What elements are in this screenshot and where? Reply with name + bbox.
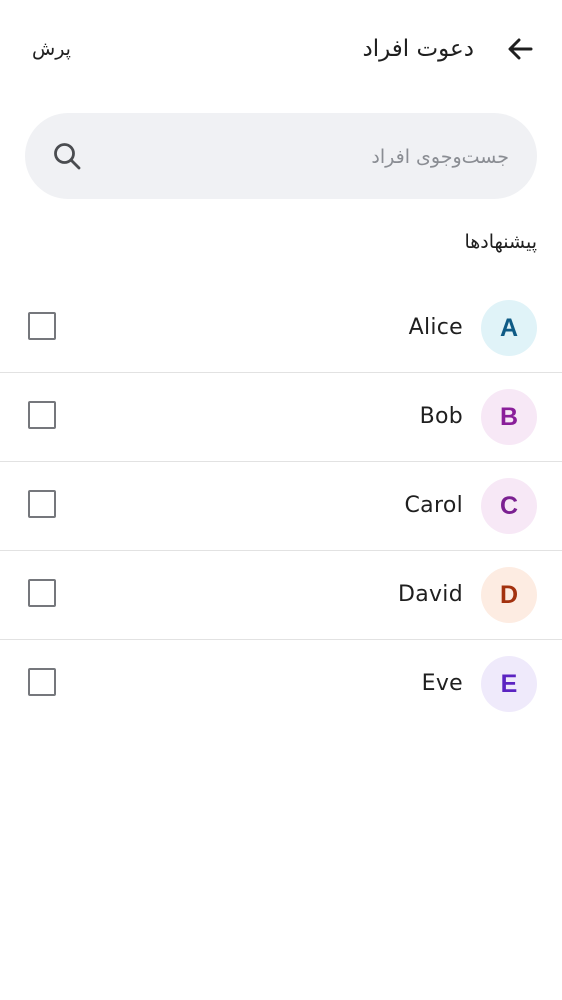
page-title: دعوت افراد <box>362 36 474 62</box>
top-app-bar: دعوت افراد پرش <box>0 0 562 98</box>
back-button[interactable] <box>502 31 538 67</box>
select-checkbox[interactable] <box>28 401 56 429</box>
avatar: C <box>481 478 537 534</box>
select-checkbox[interactable] <box>28 579 56 607</box>
person-name: David <box>397 582 463 607</box>
list-item[interactable]: E Eve <box>0 640 562 728</box>
avatar: B <box>481 389 537 445</box>
search-bar[interactable] <box>25 113 537 201</box>
suggestions-heading: پیشنهادها <box>464 231 537 253</box>
list-item[interactable]: A Alice <box>0 284 562 373</box>
avatar: D <box>481 567 537 623</box>
list-item[interactable]: B Bob <box>0 373 562 462</box>
person-name: Bob <box>419 404 463 429</box>
search-input[interactable] <box>115 113 511 201</box>
person-name: Eve <box>421 671 463 696</box>
avatar: A <box>481 300 537 356</box>
arrow-back-icon <box>508 38 533 60</box>
search-icon[interactable] <box>52 141 82 171</box>
person-name: Carol <box>404 493 463 518</box>
person-name: Alice <box>408 315 463 340</box>
avatar: E <box>481 656 537 712</box>
list-item[interactable]: D David <box>0 551 562 640</box>
select-checkbox[interactable] <box>28 312 56 340</box>
skip-button[interactable]: پرش <box>32 31 71 67</box>
select-checkbox[interactable] <box>28 668 56 696</box>
list-item[interactable]: C Carol <box>0 462 562 551</box>
suggestions-list: A Alice B Bob C Carol D David E Eve <box>0 284 562 728</box>
invite-people-screen: دعوت افراد پرش پیشنهادها A Alice B Bob C Caro… <box>0 0 562 1000</box>
select-checkbox[interactable] <box>28 490 56 518</box>
